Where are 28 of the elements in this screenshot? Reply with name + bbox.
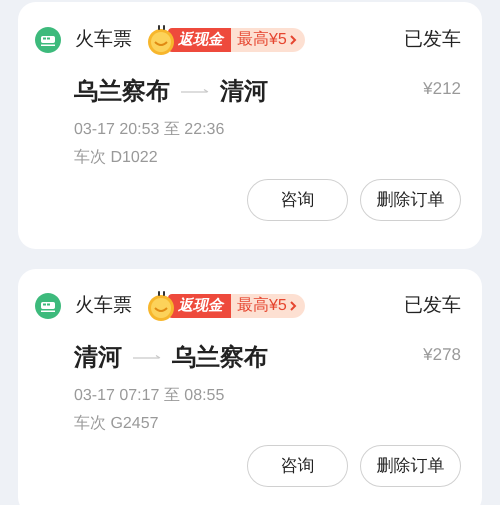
train-icon xyxy=(35,293,61,319)
arrival-station: 清河 xyxy=(220,77,268,107)
chevron-icon xyxy=(286,294,305,318)
consult-button[interactable]: 咨询 xyxy=(247,179,348,221)
consult-button[interactable]: 咨询 xyxy=(247,445,348,487)
time-range: 03-17 20:53 至 22:36 xyxy=(74,120,226,140)
departure-station: 清河 xyxy=(74,343,122,373)
status-label: 已发车 xyxy=(404,294,461,318)
chevron-icon xyxy=(286,28,305,52)
train-number: 车次 G2457 xyxy=(74,414,160,434)
price-label: ¥212 xyxy=(423,78,461,100)
smiling-coin-icon xyxy=(146,290,176,322)
delete-order-button[interactable]: 删除订单 xyxy=(360,179,461,221)
status-label: 已发车 xyxy=(404,28,461,52)
arrival-station: 乌兰察布 xyxy=(172,343,268,373)
train-number: 车次 D1022 xyxy=(74,148,159,168)
time-range: 03-17 07:17 至 08:55 xyxy=(74,386,226,406)
category-label: 火车票 xyxy=(75,294,132,318)
departure-station: 乌兰察布 xyxy=(74,77,170,107)
cashback-label: 返现金 xyxy=(168,28,231,52)
price-label: ¥278 xyxy=(423,344,461,366)
cashback-label: 返现金 xyxy=(168,294,231,318)
cashback-offer: 最高¥5 xyxy=(231,28,287,52)
smiling-coin-icon xyxy=(146,24,176,56)
train-icon xyxy=(35,27,61,53)
category-label: 火车票 xyxy=(75,28,132,52)
cashback-offer: 最高¥5 xyxy=(231,294,287,318)
delete-order-button[interactable]: 删除订单 xyxy=(360,445,461,487)
